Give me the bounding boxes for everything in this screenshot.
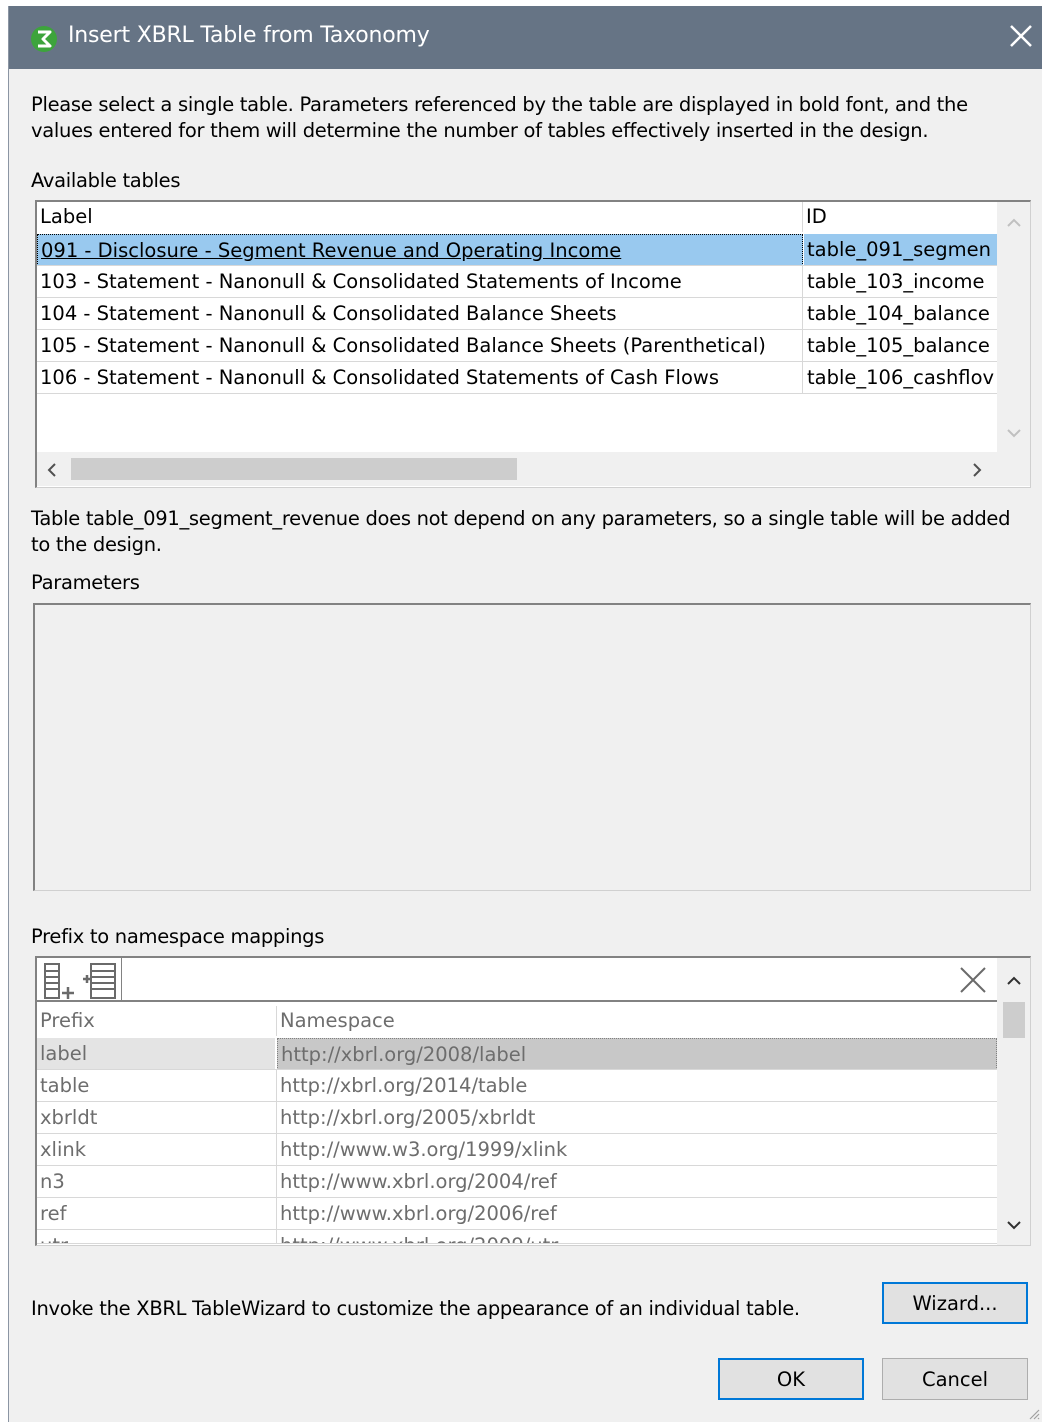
- wizard-description: Invoke the XBRL TableWizard to customize…: [31, 1297, 800, 1320]
- instructions-line-2: values entered for them will determine t…: [31, 119, 929, 142]
- namespace-vertical-scrollbar[interactable]: [997, 958, 1030, 1245]
- row-namespace[interactable]: http://www.xbrl.org/2006/ref: [277, 1198, 997, 1229]
- row-prefix[interactable]: ref: [37, 1198, 277, 1229]
- insert-row-icon[interactable]: [81, 962, 119, 1000]
- available-tables-list[interactable]: Label ID 091 - Disclosure - Segment Reve…: [35, 200, 1031, 488]
- dependency-line-1: Table table_091_segment_revenue does not…: [31, 507, 1011, 530]
- scroll-right-icon[interactable]: [972, 462, 984, 478]
- scroll-down-icon[interactable]: [1006, 428, 1022, 440]
- row-label: 103 - Statement - Nanonull & Consolidate…: [37, 266, 803, 297]
- vertical-scrollbar[interactable]: [997, 202, 1030, 452]
- resize-grip-icon[interactable]: [1028, 1408, 1040, 1420]
- row-prefix[interactable]: table: [37, 1070, 277, 1101]
- dialog-window: Insert XBRL Table from Taxonomy Please s…: [8, 6, 1042, 1422]
- title-bar[interactable]: Insert XBRL Table from Taxonomy: [9, 6, 1042, 69]
- table-row[interactable]: xbrldt http://xbrl.org/2005/xbrldt: [37, 1102, 997, 1134]
- row-label: 105 - Statement - Nanonull & Consolidate…: [37, 330, 803, 361]
- table-row[interactable]: ref http://www.xbrl.org/2006/ref: [37, 1198, 997, 1230]
- table-row[interactable]: label http://xbrl.org/2008/label: [37, 1038, 997, 1070]
- row-namespace[interactable]: http://www.xbrl.org/2009/utr: [277, 1230, 997, 1243]
- parameters-list[interactable]: [33, 603, 1031, 891]
- ok-button[interactable]: OK: [718, 1358, 864, 1400]
- dependency-line-2: to the design.: [31, 533, 162, 556]
- instructions-line-1: Please select a single table. Parameters…: [31, 93, 968, 116]
- row-id: table_105_balance: [807, 334, 990, 357]
- column-header-prefix[interactable]: Prefix: [37, 1006, 277, 1036]
- row-id: table_104_balance: [807, 302, 990, 325]
- table-row[interactable]: 091 - Disclosure - Segment Revenue and O…: [37, 234, 997, 266]
- delete-row-icon[interactable]: [957, 964, 989, 996]
- table-row[interactable]: table http://xbrl.org/2014/table: [37, 1070, 997, 1102]
- row-prefix[interactable]: label: [37, 1038, 275, 1069]
- window-title: Insert XBRL Table from Taxonomy: [68, 23, 430, 48]
- table-row[interactable]: n3 http://www.xbrl.org/2004/ref: [37, 1166, 997, 1198]
- column-header-label[interactable]: Label: [37, 202, 803, 232]
- table-row[interactable]: 106 - Statement - Nanonull & Consolidate…: [37, 362, 997, 394]
- row-label: 091 - Disclosure - Segment Revenue and O…: [37, 234, 803, 265]
- column-header-id[interactable]: ID: [803, 202, 997, 232]
- row-namespace[interactable]: http://xbrl.org/2005/xbrldt: [277, 1102, 997, 1133]
- wizard-button[interactable]: Wizard...: [882, 1282, 1028, 1324]
- row-namespace[interactable]: http://xbrl.org/2008/label: [277, 1038, 997, 1069]
- scroll-down-icon[interactable]: [1006, 1220, 1022, 1232]
- horizontal-scroll-thumb[interactable]: [71, 458, 517, 480]
- row-namespace[interactable]: http://www.w3.org/1999/xlink: [277, 1134, 997, 1165]
- row-id: table_106_cashflov: [807, 366, 995, 389]
- row-id: table_103_income: [807, 270, 985, 293]
- parameters-label: Parameters: [31, 571, 140, 594]
- table-row[interactable]: xlink http://www.w3.org/1999/xlink: [37, 1134, 997, 1166]
- table-row[interactable]: utr http://www.xbrl.org/2009/utr: [37, 1230, 997, 1244]
- available-tables-label: Available tables: [31, 169, 181, 192]
- row-prefix[interactable]: utr: [37, 1230, 277, 1243]
- horizontal-scrollbar[interactable]: [37, 452, 1030, 486]
- close-icon[interactable]: [1004, 19, 1038, 53]
- grid-toolbar: [37, 958, 997, 1002]
- column-header-namespace[interactable]: Namespace: [277, 1006, 997, 1036]
- table-row[interactable]: 103 - Statement - Nanonull & Consolidate…: [37, 266, 997, 298]
- namespace-mappings-label: Prefix to namespace mappings: [31, 925, 325, 948]
- append-row-icon[interactable]: [40, 962, 78, 1000]
- scroll-up-icon[interactable]: [1006, 216, 1022, 228]
- table-row[interactable]: 105 - Statement - Nanonull & Consolidate…: [37, 330, 997, 362]
- row-namespace[interactable]: http://www.xbrl.org/2004/ref: [277, 1166, 997, 1197]
- row-label: 104 - Statement - Nanonull & Consolidate…: [37, 298, 803, 329]
- vertical-scroll-thumb[interactable]: [1003, 1002, 1025, 1038]
- cancel-button[interactable]: Cancel: [882, 1358, 1028, 1400]
- row-namespace[interactable]: http://xbrl.org/2014/table: [277, 1070, 997, 1101]
- table-row[interactable]: 104 - Statement - Nanonull & Consolidate…: [37, 298, 997, 330]
- row-prefix[interactable]: xlink: [37, 1134, 277, 1165]
- row-prefix[interactable]: n3: [37, 1166, 277, 1197]
- scroll-left-icon[interactable]: [45, 462, 57, 478]
- row-label: 106 - Statement - Nanonull & Consolidate…: [37, 362, 803, 393]
- row-id: table_091_segmen: [804, 234, 997, 265]
- scroll-up-icon[interactable]: [1006, 974, 1022, 986]
- xbrl-app-icon: [31, 26, 57, 52]
- row-prefix[interactable]: xbrldt: [37, 1102, 277, 1133]
- namespace-mappings-grid[interactable]: Prefix Namespace label http://xbrl.org/2…: [35, 956, 1031, 1246]
